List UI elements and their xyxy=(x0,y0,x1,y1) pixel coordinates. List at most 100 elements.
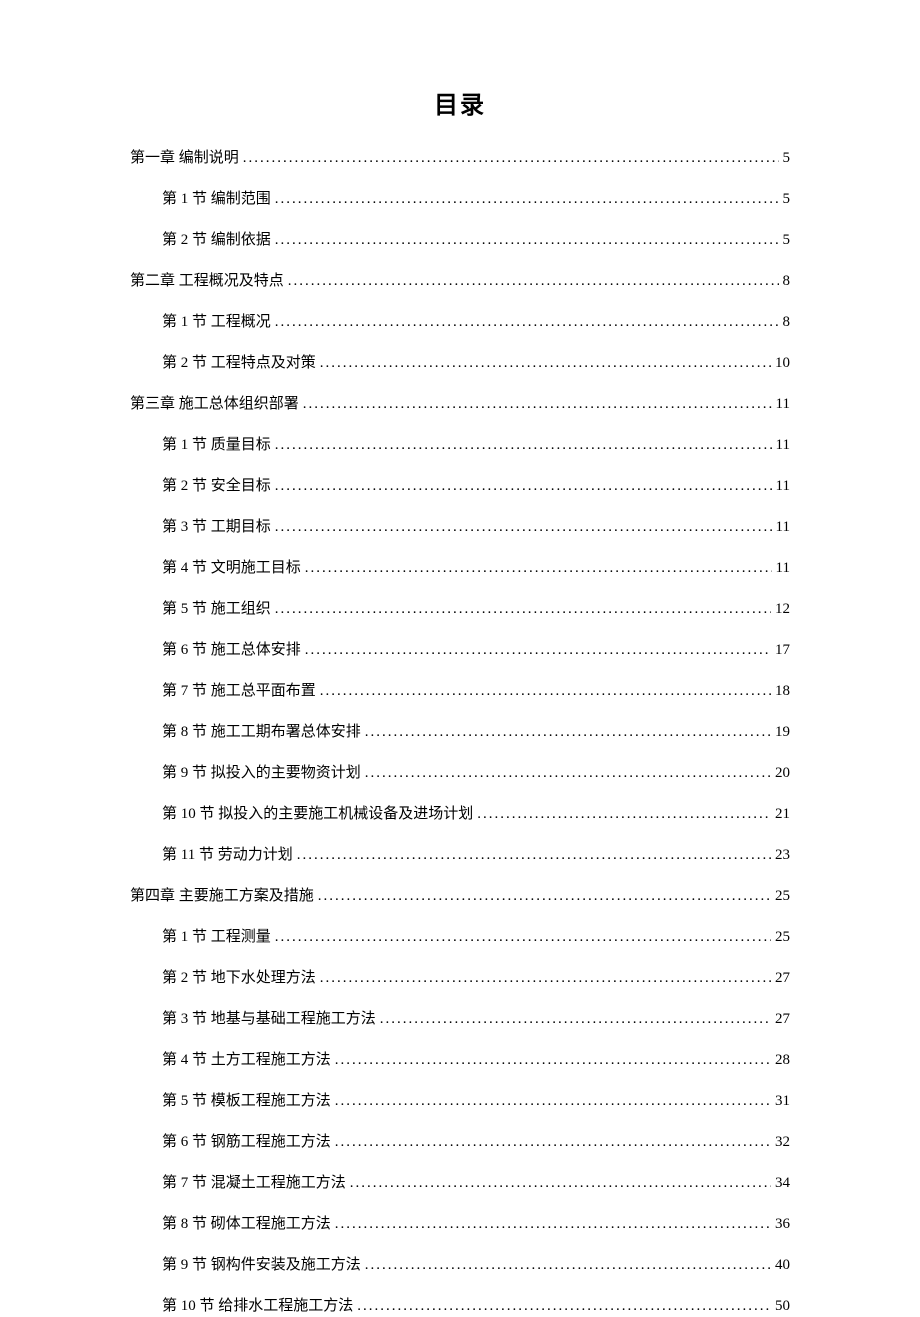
toc-entry-page: 11 xyxy=(776,558,790,579)
toc-entry-label: 第 7 节 施工总平面布置 xyxy=(162,681,316,702)
toc-leader-dots xyxy=(303,394,772,415)
toc-entry-page: 19 xyxy=(775,722,790,743)
toc-entry-label: 第二章 工程概况及特点 xyxy=(130,271,284,292)
toc-entry-label: 第一章 编制说明 xyxy=(130,148,239,169)
toc-leader-dots xyxy=(275,599,771,620)
toc-leader-dots xyxy=(275,230,779,251)
toc-entry-label: 第 2 节 编制依据 xyxy=(162,230,271,251)
toc-entry-page: 10 xyxy=(775,353,790,374)
toc-entry-label: 第 1 节 工程概况 xyxy=(162,312,271,333)
toc-entry-label: 第 3 节 工期目标 xyxy=(162,517,271,538)
toc-entry: 第 9 节 拟投入的主要物资计划 20 xyxy=(130,763,790,784)
toc-entry-page: 34 xyxy=(775,1173,790,1194)
toc-entry-page: 21 xyxy=(775,804,790,825)
table-of-contents: 第一章 编制说明 5 第 1 节 编制范围 5 第 2 节 编制依据 5 第二章 工程概况及… xyxy=(130,148,790,1317)
toc-entry: 第 3 节 地基与基础工程施工方法27 xyxy=(130,1009,790,1030)
toc-entry: 第 4 节 土方工程施工方法 28 xyxy=(130,1050,790,1071)
toc-entry-page: 27 xyxy=(775,1009,790,1030)
toc-leader-dots xyxy=(335,1214,771,1235)
toc-leader-dots xyxy=(335,1132,771,1153)
toc-leader-dots xyxy=(243,148,779,169)
toc-leader-dots xyxy=(350,1173,771,1194)
toc-leader-dots xyxy=(320,968,771,989)
toc-leader-dots xyxy=(305,558,772,579)
toc-entry-label: 第 2 节 工程特点及对策 xyxy=(162,353,316,374)
toc-leader-dots xyxy=(335,1091,771,1112)
toc-entry: 第 5 节 模板工程施工方法31 xyxy=(130,1091,790,1112)
toc-leader-dots xyxy=(365,763,771,784)
toc-entry-label: 第 4 节 土方工程施工方法 xyxy=(162,1050,331,1071)
toc-leader-dots xyxy=(357,1296,771,1317)
toc-entry-label: 第 8 节 施工工期布署总体安排 xyxy=(162,722,361,743)
toc-leader-dots xyxy=(275,476,772,497)
toc-entry: 第 10 节 拟投入的主要施工机械设备及进场计划21 xyxy=(130,804,790,825)
toc-entry-page: 11 xyxy=(776,435,790,456)
toc-entry-page: 11 xyxy=(776,517,790,538)
toc-entry-page: 11 xyxy=(776,476,790,497)
toc-entry: 第 6 节 施工总体安排 17 xyxy=(130,640,790,661)
toc-entry: 第 2 节 工程特点及对策 10 xyxy=(130,353,790,374)
toc-entry-page: 27 xyxy=(775,968,790,989)
toc-entry-label: 第 4 节 文明施工目标 xyxy=(162,558,301,579)
toc-entry: 第二章 工程概况及特点 8 xyxy=(130,271,790,292)
toc-entry-label: 第 5 节 施工组织 xyxy=(162,599,271,620)
toc-entry-page: 32 xyxy=(775,1132,790,1153)
toc-entry-page: 28 xyxy=(775,1050,790,1071)
toc-entry: 第三章 施工总体组织部署 11 xyxy=(130,394,790,415)
toc-entry-label: 第四章 主要施工方案及措施 xyxy=(130,886,314,907)
toc-entry-label: 第三章 施工总体组织部署 xyxy=(130,394,299,415)
toc-entry-page: 5 xyxy=(783,148,791,169)
toc-entry: 第 1 节 工程测量 25 xyxy=(130,927,790,948)
toc-entry: 第 9 节 钢构件安装及施工方法 40 xyxy=(130,1255,790,1276)
toc-entry-page: 36 xyxy=(775,1214,790,1235)
toc-entry-page: 31 xyxy=(775,1091,790,1112)
toc-title: 目录 xyxy=(130,85,790,120)
toc-entry: 第 7 节 混凝土工程施工方法 34 xyxy=(130,1173,790,1194)
toc-entry-page: 5 xyxy=(783,230,791,251)
toc-leader-dots xyxy=(297,845,771,866)
toc-entry-page: 8 xyxy=(783,312,791,333)
toc-entry-page: 25 xyxy=(775,886,790,907)
toc-entry-page: 11 xyxy=(776,394,790,415)
toc-entry-page: 17 xyxy=(775,640,790,661)
toc-leader-dots xyxy=(335,1050,771,1071)
toc-entry-label: 第 1 节 工程测量 xyxy=(162,927,271,948)
toc-entry-label: 第 11 节 劳动力计划 xyxy=(162,845,293,866)
toc-leader-dots xyxy=(365,722,771,743)
toc-entry: 第 2 节 编制依据 5 xyxy=(130,230,790,251)
toc-entry: 第 5 节 施工组织12 xyxy=(130,599,790,620)
toc-entry-label: 第 9 节 钢构件安装及施工方法 xyxy=(162,1255,361,1276)
toc-entry: 第 3 节 工期目标 11 xyxy=(130,517,790,538)
toc-entry: 第 10 节 给排水工程施工方法50 xyxy=(130,1296,790,1317)
toc-leader-dots xyxy=(477,804,771,825)
toc-entry-page: 20 xyxy=(775,763,790,784)
toc-entry-label: 第 9 节 拟投入的主要物资计划 xyxy=(162,763,361,784)
toc-leader-dots xyxy=(275,517,772,538)
toc-entry-label: 第 7 节 混凝土工程施工方法 xyxy=(162,1173,346,1194)
toc-entry-page: 5 xyxy=(783,189,791,210)
toc-entry: 第 11 节 劳动力计划 23 xyxy=(130,845,790,866)
toc-entry-label: 第 6 节 施工总体安排 xyxy=(162,640,301,661)
toc-leader-dots xyxy=(380,1009,771,1030)
toc-entry-page: 8 xyxy=(783,271,791,292)
toc-entry: 第 2 节 安全目标 11 xyxy=(130,476,790,497)
toc-entry: 第 1 节 编制范围 5 xyxy=(130,189,790,210)
toc-leader-dots xyxy=(288,271,779,292)
toc-entry: 第 8 节 砌体工程施工方法 36 xyxy=(130,1214,790,1235)
toc-entry-label: 第 6 节 钢筋工程施工方法 xyxy=(162,1132,331,1153)
toc-entry: 第 8 节 施工工期布署总体安排 19 xyxy=(130,722,790,743)
toc-entry-page: 25 xyxy=(775,927,790,948)
toc-entry: 第 1 节 质量目标 11 xyxy=(130,435,790,456)
toc-entry-label: 第 8 节 砌体工程施工方法 xyxy=(162,1214,331,1235)
toc-leader-dots xyxy=(275,927,771,948)
toc-entry: 第 7 节 施工总平面布置18 xyxy=(130,681,790,702)
toc-entry-label: 第 1 节 编制范围 xyxy=(162,189,271,210)
toc-leader-dots xyxy=(275,435,772,456)
toc-entry-label: 第 2 节 安全目标 xyxy=(162,476,271,497)
toc-leader-dots xyxy=(318,886,771,907)
toc-entry: 第 4 节 文明施工目标 11 xyxy=(130,558,790,579)
toc-entry-page: 40 xyxy=(775,1255,790,1276)
toc-leader-dots xyxy=(275,189,779,210)
toc-entry-label: 第 1 节 质量目标 xyxy=(162,435,271,456)
toc-entry-page: 23 xyxy=(775,845,790,866)
